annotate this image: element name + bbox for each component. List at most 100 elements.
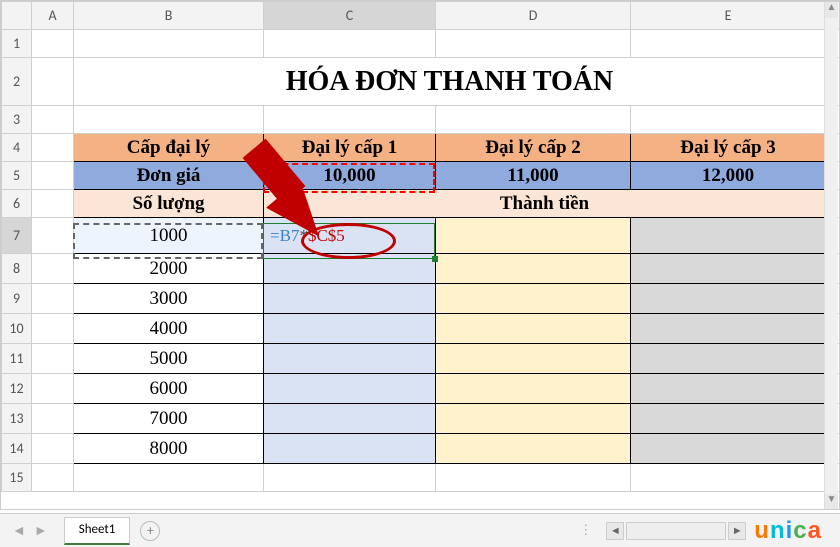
header-so-luong[interactable]: Số lượng bbox=[74, 190, 264, 218]
cell-D15[interactable] bbox=[436, 464, 631, 492]
cell-E15[interactable] bbox=[631, 464, 826, 492]
scroll-right-icon[interactable]: ► bbox=[728, 522, 746, 540]
cell-A15[interactable] bbox=[32, 464, 74, 492]
scroll-track[interactable] bbox=[626, 522, 726, 540]
row-header-5[interactable]: 5 bbox=[2, 162, 32, 190]
row-header-2[interactable]: 2 bbox=[2, 58, 32, 106]
cell-C11[interactable] bbox=[264, 344, 436, 374]
vertical-scrollbar[interactable]: ▲ ▼ bbox=[824, 2, 838, 510]
horizontal-scrollbar[interactable]: ◄ ► bbox=[606, 522, 746, 540]
cell-A7[interactable] bbox=[32, 218, 74, 254]
cell-B11[interactable]: 5000 bbox=[74, 344, 264, 374]
cell-A12[interactable] bbox=[32, 374, 74, 404]
header-don-gia[interactable]: Đơn giá bbox=[74, 162, 264, 190]
cell-A1[interactable] bbox=[32, 30, 74, 58]
cell-A14[interactable] bbox=[32, 434, 74, 464]
cell-D11[interactable] bbox=[436, 344, 631, 374]
cell-A6[interactable] bbox=[32, 190, 74, 218]
cell-B10[interactable]: 4000 bbox=[74, 314, 264, 344]
cell-A10[interactable] bbox=[32, 314, 74, 344]
cell-C3[interactable] bbox=[264, 106, 436, 134]
spreadsheet-grid[interactable]: A B C D E 1 2HÓA ĐƠN THANH TOÁN 3 4 Cấp … bbox=[0, 0, 840, 510]
cell-C10[interactable] bbox=[264, 314, 436, 344]
cell-C12[interactable] bbox=[264, 374, 436, 404]
cell-C1[interactable] bbox=[264, 30, 436, 58]
cell-C13[interactable] bbox=[264, 404, 436, 434]
cell-D13[interactable] bbox=[436, 404, 631, 434]
cell-B1[interactable] bbox=[74, 30, 264, 58]
row-header-1[interactable]: 1 bbox=[2, 30, 32, 58]
cell-E10[interactable] bbox=[631, 314, 826, 344]
cell-B7[interactable]: 1000 bbox=[74, 218, 264, 254]
row-header-3[interactable]: 3 bbox=[2, 106, 32, 134]
tab-prev-icon[interactable]: ◄ bbox=[12, 522, 26, 539]
cell-C7[interactable]: =B7*$C$5 bbox=[264, 218, 436, 254]
cell-B15[interactable] bbox=[74, 464, 264, 492]
cell-E12[interactable] bbox=[631, 374, 826, 404]
cell-D7[interactable] bbox=[436, 218, 631, 254]
cell-E3[interactable] bbox=[631, 106, 826, 134]
cell-B12[interactable]: 6000 bbox=[74, 374, 264, 404]
select-all-corner[interactable] bbox=[2, 2, 32, 30]
cell-C5[interactable]: 10,000 bbox=[264, 162, 436, 190]
row-header-14[interactable]: 14 bbox=[2, 434, 32, 464]
row-header-10[interactable]: 10 bbox=[2, 314, 32, 344]
cell-C8[interactable] bbox=[264, 254, 436, 284]
cell-D5[interactable]: 11,000 bbox=[436, 162, 631, 190]
scroll-up-icon[interactable]: ▲ bbox=[825, 2, 838, 18]
row-header-8[interactable]: 8 bbox=[2, 254, 32, 284]
sheet-tab-1[interactable]: Sheet1 bbox=[64, 517, 131, 545]
col-header-A[interactable]: A bbox=[32, 2, 74, 30]
cell-B14[interactable]: 8000 bbox=[74, 434, 264, 464]
cell-E14[interactable] bbox=[631, 434, 826, 464]
cell-E9[interactable] bbox=[631, 284, 826, 314]
cell-B8[interactable]: 2000 bbox=[74, 254, 264, 284]
cell-E8[interactable] bbox=[631, 254, 826, 284]
header-dai-ly-2[interactable]: Đại lý cấp 2 bbox=[436, 134, 631, 162]
scroll-down-icon[interactable]: ▼ bbox=[825, 494, 838, 510]
cell-B13[interactable]: 7000 bbox=[74, 404, 264, 434]
cell-A4[interactable] bbox=[32, 134, 74, 162]
cell-E11[interactable] bbox=[631, 344, 826, 374]
cell-E7[interactable] bbox=[631, 218, 826, 254]
cell-A8[interactable] bbox=[32, 254, 74, 284]
cell-E13[interactable] bbox=[631, 404, 826, 434]
header-dai-ly-3[interactable]: Đại lý cấp 3 bbox=[631, 134, 826, 162]
cell-A13[interactable] bbox=[32, 404, 74, 434]
scroll-left-icon[interactable]: ◄ bbox=[606, 522, 624, 540]
header-dai-ly-1[interactable]: Đại lý cấp 1 bbox=[264, 134, 436, 162]
add-sheet-button[interactable]: + bbox=[140, 521, 160, 541]
header-thanh-tien[interactable]: Thành tiền bbox=[264, 190, 826, 218]
cell-D8[interactable] bbox=[436, 254, 631, 284]
col-header-C[interactable]: C bbox=[264, 2, 436, 30]
row-header-6[interactable]: 6 bbox=[2, 190, 32, 218]
cell-C15[interactable] bbox=[264, 464, 436, 492]
cell-D14[interactable] bbox=[436, 434, 631, 464]
cell-A9[interactable] bbox=[32, 284, 74, 314]
row-header-12[interactable]: 12 bbox=[2, 374, 32, 404]
cell-C14[interactable] bbox=[264, 434, 436, 464]
cell-C9[interactable] bbox=[264, 284, 436, 314]
cell-D3[interactable] bbox=[436, 106, 631, 134]
row-header-4[interactable]: 4 bbox=[2, 134, 32, 162]
row-header-15[interactable]: 15 bbox=[2, 464, 32, 492]
cell-D10[interactable] bbox=[436, 314, 631, 344]
tab-next-icon[interactable]: ► bbox=[34, 522, 48, 539]
row-header-13[interactable]: 13 bbox=[2, 404, 32, 434]
cell-E1[interactable] bbox=[631, 30, 826, 58]
row-header-7[interactable]: 7 bbox=[2, 218, 32, 254]
title-cell[interactable]: HÓA ĐƠN THANH TOÁN bbox=[74, 58, 826, 106]
cell-A3[interactable] bbox=[32, 106, 74, 134]
col-header-B[interactable]: B bbox=[74, 2, 264, 30]
col-header-D[interactable]: D bbox=[436, 2, 631, 30]
cell-E5[interactable]: 12,000 bbox=[631, 162, 826, 190]
col-header-E[interactable]: E bbox=[631, 2, 826, 30]
row-header-11[interactable]: 11 bbox=[2, 344, 32, 374]
cell-B3[interactable] bbox=[74, 106, 264, 134]
cell-D9[interactable] bbox=[436, 284, 631, 314]
tab-split-handle[interactable]: ⋮ bbox=[579, 523, 594, 538]
row-header-9[interactable]: 9 bbox=[2, 284, 32, 314]
cell-B9[interactable]: 3000 bbox=[74, 284, 264, 314]
cell-D12[interactable] bbox=[436, 374, 631, 404]
cell-D1[interactable] bbox=[436, 30, 631, 58]
